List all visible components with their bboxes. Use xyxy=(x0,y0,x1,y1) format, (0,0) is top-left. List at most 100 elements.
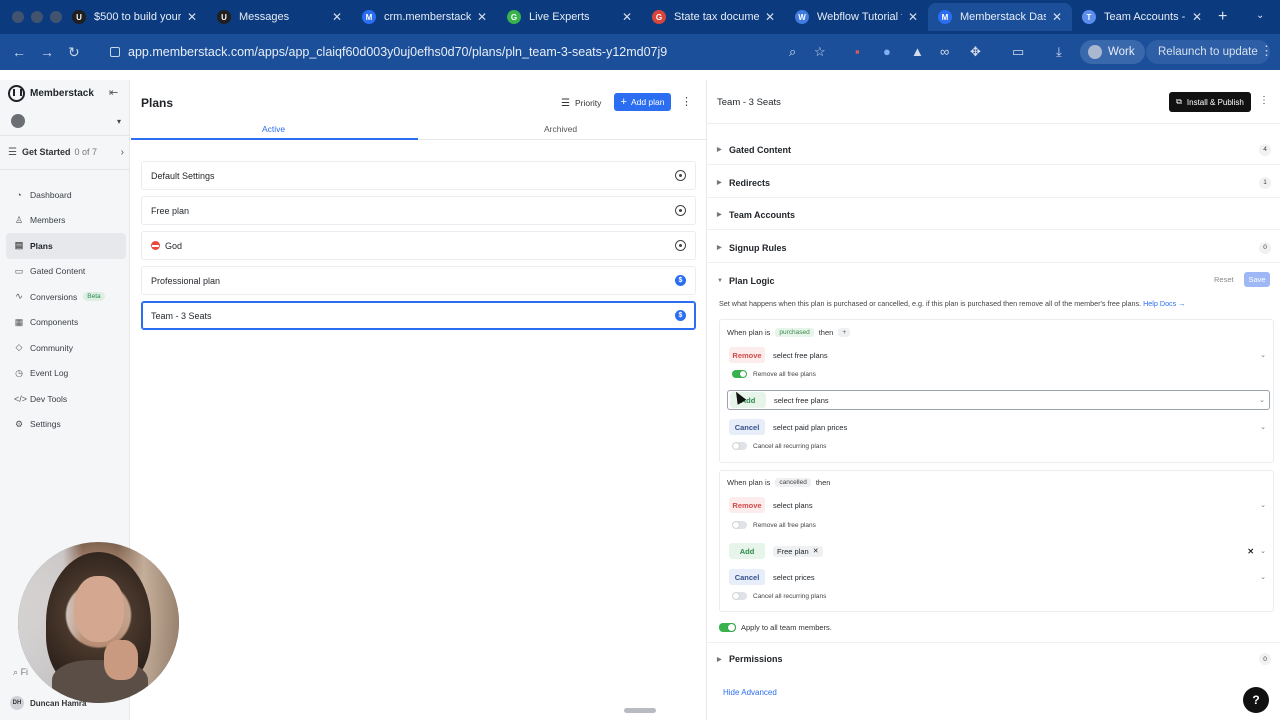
tab-archived[interactable]: Archived xyxy=(544,124,577,134)
purchased-cancel-all-toggle[interactable]: Cancel all recurring plans xyxy=(732,442,826,450)
detail-more-icon[interactable]: ⋮ xyxy=(1259,95,1269,106)
cancelled-remove-all-toggle[interactable]: Remove all free plans xyxy=(732,521,816,529)
collapse-sidebar-icon[interactable]: ⇤ xyxy=(109,86,118,99)
browser-tab-6[interactable]: W Webflow Tutorial fo ✕ xyxy=(785,3,928,31)
priority-button[interactable]: ☰ Priority xyxy=(561,94,601,112)
tab-active[interactable]: Active xyxy=(262,124,285,134)
browser-menu-icon[interactable]: ⋮ xyxy=(1260,43,1273,59)
more-options-icon[interactable]: ⋮ xyxy=(681,95,692,108)
relaunch-update-button[interactable]: Relaunch to update xyxy=(1146,40,1270,64)
plan-list-item[interactable]: Team - 3 Seats $ xyxy=(141,301,696,330)
sidebar-item-plans[interactable]: ▤ Plans xyxy=(6,233,126,259)
get-started-item[interactable]: ☰ Get Started 0 of 7 › xyxy=(8,144,124,160)
sidebar-item-community[interactable]: ◇ Community xyxy=(6,335,126,361)
brand[interactable]: Memberstack xyxy=(8,85,94,102)
install-publish-button[interactable]: ⧉ Install & Publish xyxy=(1169,92,1251,112)
address-bar[interactable]: app.memberstack.com/apps/app_claiqf60d00… xyxy=(100,39,840,65)
browser-tab-1[interactable]: U $500 to build your ✕ xyxy=(62,3,207,31)
toggle-switch[interactable] xyxy=(732,370,747,378)
section-signup-rules[interactable]: ▶ Signup Rules 0 xyxy=(707,233,1280,263)
browser-tab-3[interactable]: M crm.memberstack. ✕ xyxy=(352,3,497,31)
cancelled-cancel-row[interactable]: Cancel select prices ⌄ xyxy=(727,567,1270,587)
reset-button[interactable]: Reset xyxy=(1214,275,1234,284)
toggle-switch[interactable] xyxy=(732,592,747,600)
cancelled-remove-row[interactable]: Remove select plans ⌄ xyxy=(727,495,1270,515)
purchased-cancel-row[interactable]: Cancel select paid plan prices ⌄ xyxy=(727,417,1270,437)
horizontal-scrollbar[interactable] xyxy=(624,708,656,713)
site-info-icon[interactable] xyxy=(110,47,120,57)
sidebar-panel-icon[interactable]: ▭ xyxy=(1012,44,1024,60)
toggle-switch[interactable] xyxy=(719,623,736,632)
help-button[interactable]: ? xyxy=(1243,687,1269,713)
back-arrow-icon[interactable]: ← xyxy=(12,44,26,60)
tab-close-icon[interactable]: ✕ xyxy=(908,10,918,24)
extension-a-icon[interactable]: ▲ xyxy=(911,44,924,59)
tab-close-icon[interactable]: ✕ xyxy=(187,10,197,24)
reload-icon[interactable]: ↻ xyxy=(68,44,80,61)
zoom-icon[interactable]: ⌕ xyxy=(789,44,796,60)
remove-select[interactable]: select free plans xyxy=(773,351,828,360)
cancelled-cancel-all-toggle[interactable]: Cancel all recurring plans xyxy=(732,592,826,600)
extension-badge-icon[interactable]: ▪ xyxy=(855,44,860,59)
download-icon[interactable]: ⤓ xyxy=(1056,44,1062,60)
plan-list-item[interactable]: Professional plan $ xyxy=(141,266,696,295)
sidebar-item-members[interactable]: ♙ Members xyxy=(6,208,126,234)
tab-close-icon[interactable]: ✕ xyxy=(765,10,775,24)
chip-remove-icon[interactable]: ✕ xyxy=(813,547,819,555)
section-redirects[interactable]: ▶ Redirects 1 xyxy=(707,168,1280,198)
cancel-select[interactable]: select prices xyxy=(773,573,815,582)
section-permissions[interactable]: ▶ Permissions 0 xyxy=(707,644,1280,674)
add-select[interactable]: Free plan ✕ xyxy=(773,545,823,557)
browser-tab-8[interactable]: T Team Accounts - S ✕ xyxy=(1072,3,1212,31)
window-zoom-button[interactable] xyxy=(50,11,62,23)
sidebar-item-conversions[interactable]: ∿ Conversions Beta xyxy=(6,284,126,310)
save-button[interactable]: Save xyxy=(1244,272,1270,287)
tab-close-icon[interactable]: ✕ xyxy=(332,10,342,24)
extensions-puzzle-icon[interactable]: ✥ xyxy=(970,44,981,60)
section-team-accounts[interactable]: ▶ Team Accounts xyxy=(707,200,1280,230)
purchased-add-row[interactable]: Add select free plans ⌄ xyxy=(727,390,1270,410)
toggle-switch[interactable] xyxy=(732,521,747,529)
tab-close-icon[interactable]: ✕ xyxy=(1192,10,1202,24)
clear-selection-icon[interactable]: ✕ xyxy=(1247,547,1254,556)
add-condition-button[interactable]: + xyxy=(838,328,851,337)
purchased-remove-row[interactable]: Remove select free plans ⌄ xyxy=(727,345,1270,365)
workspace-switcher[interactable]: ▾ xyxy=(11,113,121,129)
apply-all-team-toggle[interactable]: Apply to all team members. xyxy=(719,623,832,632)
add-select[interactable]: select free plans xyxy=(774,396,829,405)
browser-tab-5[interactable]: G State tax documen ✕ xyxy=(642,3,785,31)
sidebar-item-settings[interactable]: ⚙ Settings xyxy=(6,412,126,438)
tab-close-icon[interactable]: ✕ xyxy=(477,10,487,24)
remove-select[interactable]: select plans xyxy=(773,501,813,510)
sidebar-item-dashboard[interactable]: ◔ Dashboard xyxy=(6,182,126,208)
toggle-switch[interactable] xyxy=(732,442,747,450)
hide-advanced-link[interactable]: Hide Advanced xyxy=(723,688,777,697)
tab-close-icon[interactable]: ✕ xyxy=(1052,10,1062,24)
browser-tab-2[interactable]: U Messages ✕ xyxy=(207,3,352,31)
purchased-remove-all-toggle[interactable]: Remove all free plans xyxy=(732,370,816,378)
tab-search-chevron-icon[interactable]: ⌄ xyxy=(1256,10,1264,21)
plan-list-item[interactable]: Free plan xyxy=(141,196,696,225)
cancel-select[interactable]: select paid plan prices xyxy=(773,423,847,432)
bookmark-star-icon[interactable]: ☆ xyxy=(814,44,826,60)
profile-work-button[interactable]: Work xyxy=(1080,40,1145,64)
sidebar-item-gated-content[interactable]: ▭ Gated Content xyxy=(6,259,126,285)
sidebar-item-event-log[interactable]: ◷ Event Log xyxy=(6,361,126,387)
section-plan-logic[interactable]: ▼ Plan Logic Reset Save xyxy=(707,270,1280,292)
plan-list-item[interactable]: God xyxy=(141,231,696,260)
browser-tab-active[interactable]: M Memberstack Dash ✕ xyxy=(928,3,1072,31)
extension-glasses-icon[interactable]: ∞ xyxy=(940,44,949,59)
cancelled-add-row[interactable]: Add Free plan ✕ ✕ ⌄ xyxy=(727,541,1270,561)
extension-circle-icon[interactable]: ● xyxy=(883,44,891,59)
window-minimize-button[interactable] xyxy=(31,11,43,23)
sidebar-item-components[interactable]: ▦ Components xyxy=(6,310,126,336)
browser-tab-4[interactable]: G Live Experts ✕ xyxy=(497,3,642,31)
add-plan-button[interactable]: + Add plan xyxy=(614,93,671,111)
tab-close-icon[interactable]: ✕ xyxy=(622,10,632,24)
forward-arrow-icon[interactable]: → xyxy=(40,44,54,60)
window-close-button[interactable] xyxy=(12,11,24,23)
section-gated-content[interactable]: ▶ Gated Content 4 xyxy=(707,135,1280,165)
help-docs-link[interactable]: Help Docs → xyxy=(1143,299,1185,308)
plan-list-item[interactable]: Default Settings xyxy=(141,161,696,190)
sidebar-item-dev-tools[interactable]: </> Dev Tools xyxy=(6,386,126,412)
